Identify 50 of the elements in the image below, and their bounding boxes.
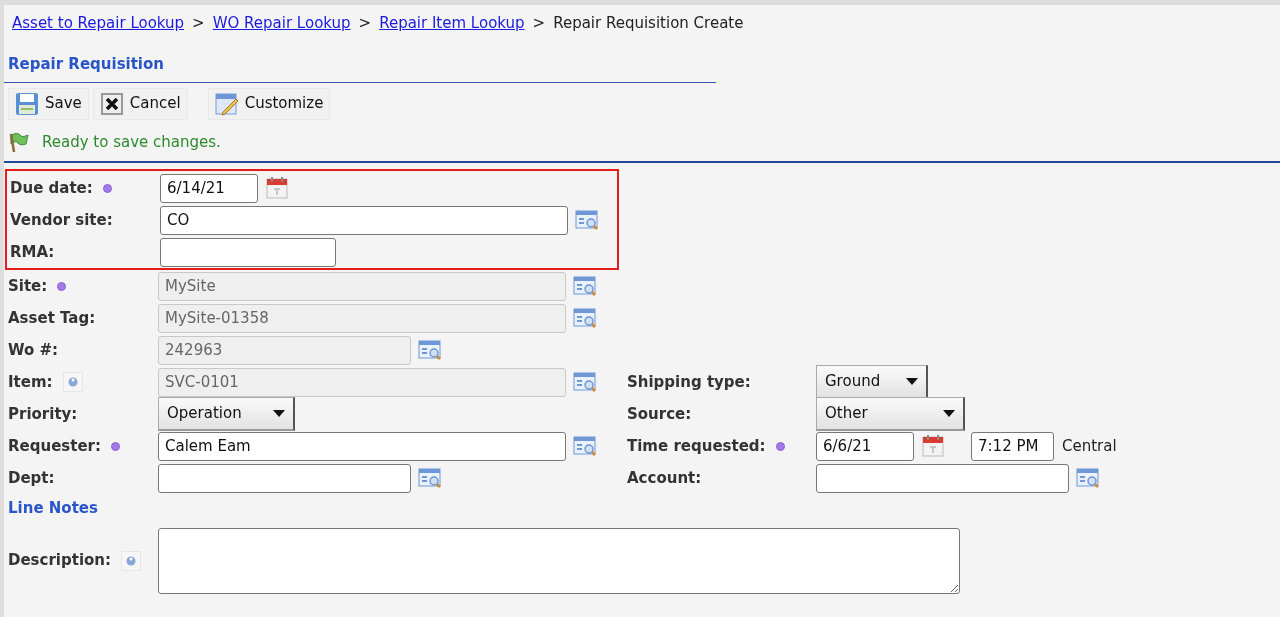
toolbar-button[interactable]: Cancel [92, 87, 188, 120]
field-label: Shipping type: [627, 371, 751, 393]
breadcrumb-separator: > [358, 14, 372, 32]
caret-icon [273, 410, 285, 417]
breadcrumb-current: Repair Requisition Create [553, 14, 744, 32]
input-field[interactable] [816, 463, 1069, 493]
input-field[interactable]: 6/14/21 [160, 173, 258, 203]
breadcrumb-link[interactable]: Asset to Repair Lookup [12, 14, 185, 32]
breadcrumb-separator: > [192, 14, 205, 32]
help-icon[interactable] [121, 550, 141, 571]
section-heading: Line Notes [8, 498, 99, 519]
dropdown[interactable]: Ground [816, 365, 928, 399]
field-label: Priority: [8, 403, 78, 425]
field-label: Requester: [8, 435, 101, 457]
field-label: Site: [8, 275, 48, 297]
input-field[interactable]: 6/6/21 [816, 431, 914, 461]
field-label: Dept: [8, 467, 55, 489]
close-icon [99, 91, 124, 116]
timezone-label: Central [1062, 435, 1117, 457]
field-label: Due date: [10, 177, 93, 199]
calendar-icon[interactable] [264, 175, 290, 201]
description-field[interactable] [158, 527, 960, 594]
field-label: RMA: [10, 241, 55, 263]
field-label: Time requested: [627, 435, 766, 457]
field-label: Asset Tag: [8, 307, 96, 329]
breadcrumb-link[interactable]: WO Repair Lookup [212, 14, 351, 32]
input-field[interactable] [160, 237, 336, 267]
toolbar-button[interactable]: Save [8, 87, 89, 120]
breadcrumb-link[interactable]: Repair Item Lookup [379, 14, 525, 32]
field-label: Wo #: [8, 339, 59, 361]
input-field[interactable]: Calem Eam [158, 431, 566, 461]
calendar-icon[interactable] [920, 433, 946, 459]
field-label: Description: [8, 550, 111, 572]
dropdown[interactable]: Operation [158, 397, 295, 431]
status-message: Ready to save changes. [42, 131, 221, 153]
breadcrumb-separator: > [532, 14, 546, 32]
caret-icon [906, 378, 918, 385]
pencil-window-icon [214, 91, 239, 116]
toolbar-button[interactable]: Customize [207, 87, 331, 120]
dropdown[interactable]: Other [816, 397, 965, 431]
input-field[interactable]: CO [160, 205, 568, 235]
flag-icon [8, 130, 30, 153]
field-label: Account: [627, 467, 702, 489]
section-title: Repair Requisition [4, 39, 716, 83]
field-label: Source: [627, 403, 692, 425]
caret-icon [943, 410, 955, 417]
field-label: Vendor site: [10, 209, 113, 231]
input-field[interactable] [158, 463, 411, 493]
input-field[interactable]: 7:12 PM [971, 431, 1054, 461]
field-label: Item: [8, 371, 53, 393]
